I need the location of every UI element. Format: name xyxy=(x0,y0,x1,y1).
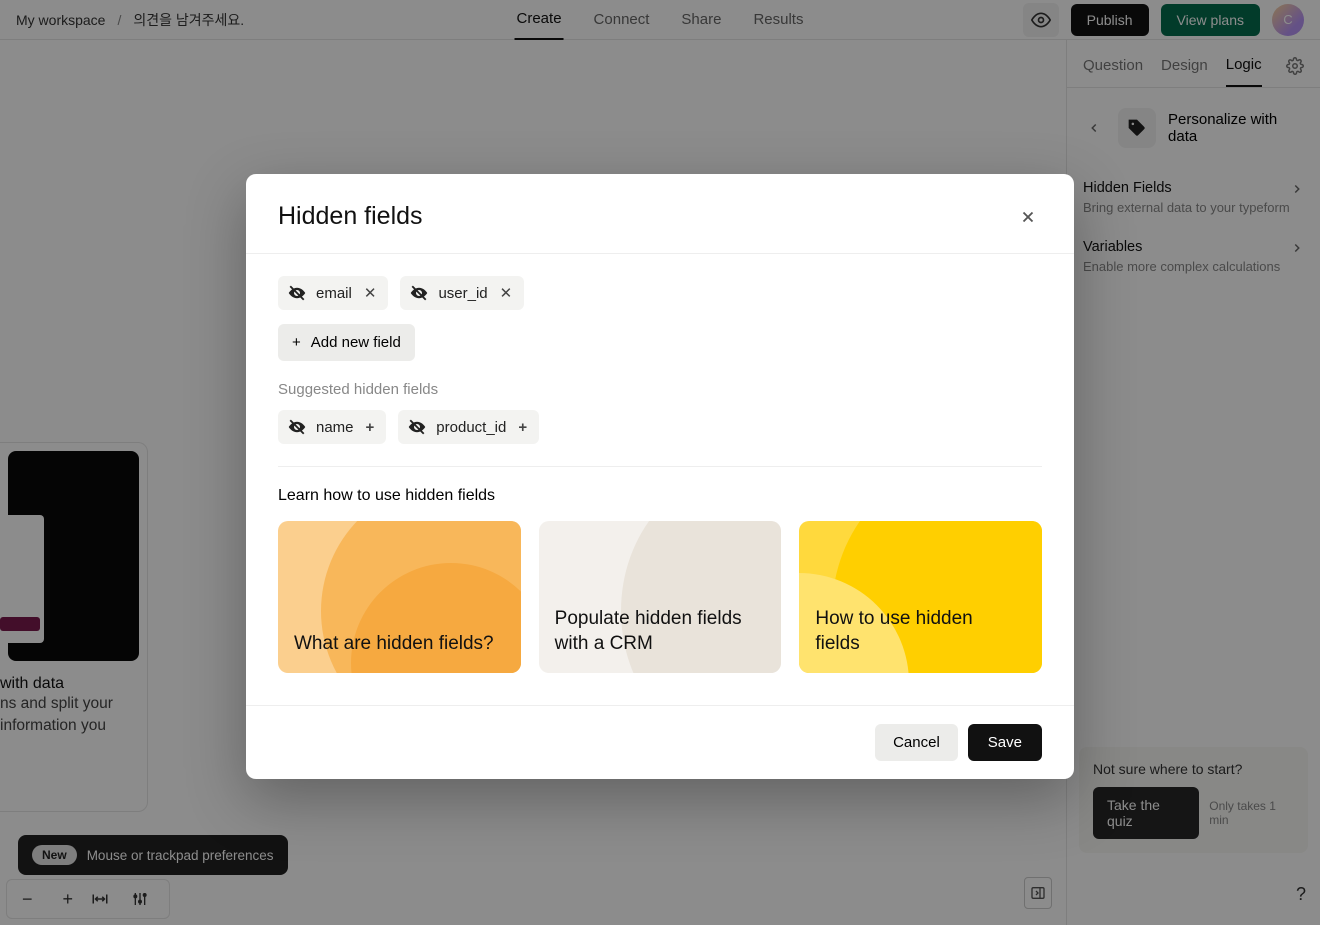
remove-field-button[interactable]: ✕ xyxy=(498,284,515,302)
save-button[interactable]: Save xyxy=(968,724,1042,761)
current-fields: email ✕ user_id ✕ xyxy=(278,276,1042,310)
learn-card-title: What are hidden fields? xyxy=(294,631,494,657)
suggested-fields-label: Suggested hidden fields xyxy=(278,381,1042,398)
divider xyxy=(278,466,1042,467)
close-icon xyxy=(1019,208,1037,226)
modal-header: Hidden fields xyxy=(246,174,1074,254)
close-button[interactable] xyxy=(1014,203,1042,231)
remove-field-button[interactable]: ✕ xyxy=(362,284,379,302)
add-field-label: Add new field xyxy=(311,334,401,351)
modal-title: Hidden fields xyxy=(278,202,423,231)
modal-body: email ✕ user_id ✕ + Add new field Sugges… xyxy=(246,254,1074,705)
add-suggested-button[interactable]: + xyxy=(364,419,377,436)
learn-cards: What are hidden fields? Populate hidden … xyxy=(278,521,1042,673)
learn-card-title: Populate hidden fields with a CRM xyxy=(555,606,755,657)
cancel-button[interactable]: Cancel xyxy=(875,724,958,761)
field-chip-label: email xyxy=(316,285,352,302)
learn-card-title: How to use hidden fields xyxy=(815,606,1015,657)
modal-overlay: Hidden fields email ✕ user_id ✕ + xyxy=(0,0,1320,925)
field-chip-email: email ✕ xyxy=(278,276,388,310)
suggested-chip-label: name xyxy=(316,419,354,436)
field-chip-user-id: user_id ✕ xyxy=(400,276,524,310)
hidden-icon xyxy=(408,418,426,436)
hidden-icon xyxy=(288,284,306,302)
add-field-button[interactable]: + Add new field xyxy=(278,324,415,361)
hidden-icon xyxy=(410,284,428,302)
plus-icon: + xyxy=(292,334,301,351)
learn-card-how-to[interactable]: How to use hidden fields xyxy=(799,521,1042,673)
learn-card-crm[interactable]: Populate hidden fields with a CRM xyxy=(539,521,782,673)
hidden-fields-modal: Hidden fields email ✕ user_id ✕ + xyxy=(246,174,1074,779)
learn-card-what-are[interactable]: What are hidden fields? xyxy=(278,521,521,673)
suggested-fields: name + product_id + xyxy=(278,410,1042,444)
learn-section-title: Learn how to use hidden fields xyxy=(278,487,1042,505)
suggested-chip-label: product_id xyxy=(436,419,506,436)
suggested-chip-product-id: product_id + xyxy=(398,410,539,444)
field-chip-label: user_id xyxy=(438,285,487,302)
add-suggested-button[interactable]: + xyxy=(516,419,529,436)
hidden-icon xyxy=(288,418,306,436)
modal-footer: Cancel Save xyxy=(246,705,1074,779)
suggested-chip-name: name + xyxy=(278,410,386,444)
